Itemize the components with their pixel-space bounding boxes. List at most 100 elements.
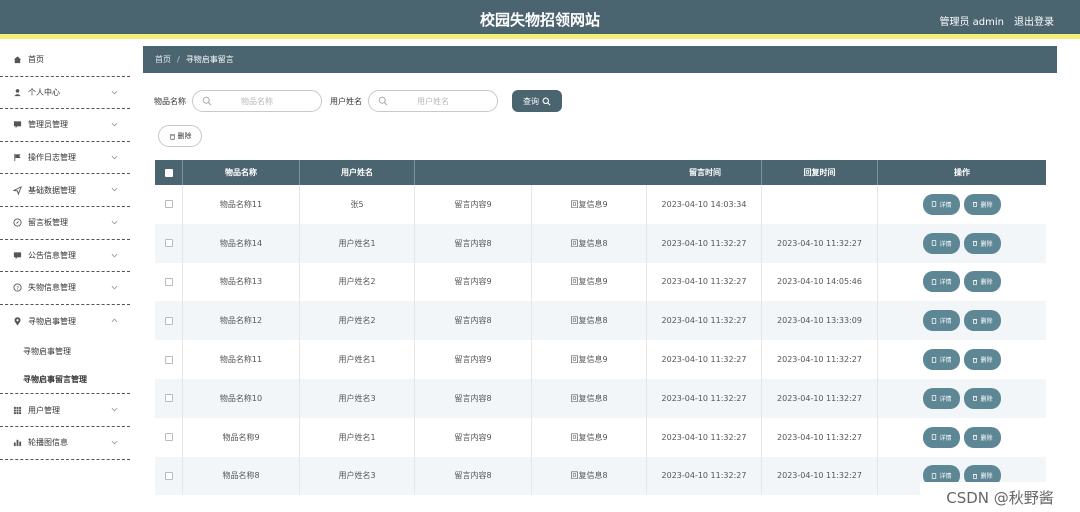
- document-icon: [932, 395, 937, 402]
- sidebar-item[interactable]: 操作日志管理: [0, 142, 130, 175]
- cell-reply: 回复信息9: [532, 185, 647, 224]
- cell-rtime: 2023-04-10 11:32:27: [762, 340, 878, 379]
- table-row: 物品名称8 用户姓名3 留言内容8 回复信息8 2023-04-10 11:32:27 2…: [155, 456, 1046, 496]
- sidebar-item[interactable]: 轮播图信息: [0, 427, 130, 460]
- sidebar-item-label: 失物信息管理: [28, 283, 76, 293]
- user-name-input[interactable]: [369, 96, 497, 106]
- search-row: 物品名称 用户姓名 查询: [154, 90, 562, 112]
- cell-user: 用户姓名2: [300, 301, 415, 341]
- table-row: 物品名称11 用户姓名1 留言内容9 回复信息9 2023-04-10 11:32:27…: [155, 340, 1046, 379]
- sidebar-item[interactable]: 公告信息管理: [0, 240, 130, 273]
- delete-button[interactable]: 删除: [964, 387, 1001, 409]
- document-icon: [932, 279, 937, 285]
- sidebar-subitem[interactable]: 寻物启事留言管理: [0, 365, 130, 393]
- sidebar-item[interactable]: 管理员管理: [0, 109, 130, 142]
- sidebar-item[interactable]: 基础数据管理: [0, 174, 130, 207]
- detail-button[interactable]: 详情: [923, 310, 960, 332]
- detail-button[interactable]: 详情: [923, 271, 960, 293]
- trash-icon: [973, 280, 978, 285]
- delete-button-label: 删除: [980, 318, 993, 326]
- batch-delete-button[interactable]: 删除: [158, 125, 202, 147]
- sidebar-subitem[interactable]: 寻物启事管理: [0, 337, 130, 365]
- delete-button[interactable]: 删除: [964, 349, 1001, 371]
- table-row: 物品名称12 用户姓名2 留言内容8 回复信息8 2023-04-10 11:32:27…: [155, 301, 1046, 341]
- breadcrumb-home[interactable]: 首页: [155, 54, 171, 65]
- document-icon: [932, 240, 937, 246]
- select-all-cell: [155, 160, 183, 185]
- chevron-down-icon: [111, 405, 118, 414]
- batch-delete-label: 删除: [177, 132, 192, 140]
- cell-operations: 详情 删除: [878, 185, 1046, 224]
- row-checkbox-cell: [155, 223, 183, 263]
- user-name-search-box: [368, 90, 498, 112]
- detail-button[interactable]: 详情: [923, 387, 960, 409]
- delete-button[interactable]: 删除: [964, 310, 1001, 332]
- cell-reply: 回复信息9: [532, 262, 647, 302]
- sidebar-item-label: 个人中心: [28, 87, 60, 97]
- sidebar-item[interactable]: 首页: [0, 44, 130, 77]
- cell-operations: 详情 删除: [878, 379, 1046, 418]
- item-name-input[interactable]: [193, 96, 321, 106]
- cell-name: 物品名称10: [183, 378, 300, 418]
- sidebar-submenu: 寻物启事管理 寻物启事留言管理: [0, 337, 130, 395]
- detail-button[interactable]: 详情: [923, 426, 960, 448]
- delete-button[interactable]: 删除: [964, 271, 1001, 293]
- cell-name: 物品名称13: [183, 262, 300, 302]
- detail-button-label: 详情: [939, 240, 952, 248]
- cell-rtime: 2023-04-10 13:33:09: [762, 301, 878, 341]
- sidebar-item-label: 首页: [28, 55, 44, 65]
- row-checkbox[interactable]: [164, 433, 173, 442]
- select-all-checkbox[interactable]: [164, 168, 173, 177]
- row-checkbox[interactable]: [164, 355, 173, 364]
- cell-name: 物品名称11: [183, 185, 300, 224]
- row-checkbox[interactable]: [164, 277, 173, 286]
- cell-user: 用户姓名1: [300, 223, 415, 263]
- bar-chart-icon: [12, 437, 23, 448]
- cell-reply: 回复信息8: [532, 223, 647, 263]
- question-icon: ?: [12, 282, 23, 293]
- detail-button[interactable]: 详情: [923, 232, 960, 254]
- detail-button-label: 详情: [939, 279, 952, 287]
- detail-button-label: 详情: [939, 201, 952, 209]
- cell-operations: 详情 删除: [878, 340, 1046, 379]
- search-icon: [202, 96, 212, 106]
- query-button[interactable]: 查询: [512, 90, 562, 112]
- item-name-search-box: [192, 90, 322, 112]
- delete-button[interactable]: 删除: [964, 232, 1001, 254]
- delete-button[interactable]: 删除: [964, 193, 1001, 215]
- delete-button[interactable]: 删除: [964, 426, 1001, 448]
- document-icon: [932, 318, 937, 324]
- chevron-down-icon: [111, 153, 118, 162]
- site-title: 校园失物招领网站: [479, 11, 600, 29]
- row-checkbox-cell: [155, 262, 183, 302]
- sidebar-item[interactable]: 寻物启事管理: [0, 305, 130, 338]
- user-name-label: 用户姓名: [330, 96, 362, 106]
- sidebar-item[interactable]: 个人中心: [0, 77, 130, 110]
- row-checkbox-cell: [155, 378, 183, 418]
- row-checkbox[interactable]: [164, 316, 173, 325]
- chevron-down-icon: [111, 251, 118, 260]
- row-checkbox-cell: [155, 340, 183, 379]
- header-item-name: 物品名称: [183, 160, 300, 185]
- logout-link[interactable]: 退出登录: [1014, 13, 1054, 28]
- cell-mtime: 2023-04-10 11:32:27: [647, 456, 762, 496]
- detail-button[interactable]: 详情: [923, 193, 960, 215]
- person-icon: [12, 87, 23, 98]
- cell-reply: 回复信息8: [532, 301, 647, 341]
- sidebar-item[interactable]: 留言板管理: [0, 207, 130, 240]
- send-icon: [12, 185, 23, 196]
- row-checkbox[interactable]: [164, 200, 173, 209]
- sidebar-item[interactable]: 用户管理: [0, 394, 130, 427]
- document-icon: [932, 201, 937, 208]
- row-checkbox-cell: [155, 301, 183, 341]
- table-row: 物品名称13 用户姓名2 留言内容9 回复信息9 2023-04-10 11:32:27…: [155, 262, 1046, 302]
- sidebar-item-label: 寻物启事管理: [28, 316, 76, 326]
- chevron-down-icon: [111, 185, 118, 194]
- sidebar-item-label: 管理员管理: [28, 120, 68, 130]
- detail-button[interactable]: 详情: [923, 349, 960, 371]
- chevron-down-icon: [111, 438, 118, 447]
- row-checkbox[interactable]: [164, 394, 173, 403]
- row-checkbox[interactable]: [164, 239, 173, 248]
- sidebar-item[interactable]: ? 失物信息管理: [0, 272, 130, 305]
- row-checkbox[interactable]: [164, 471, 173, 480]
